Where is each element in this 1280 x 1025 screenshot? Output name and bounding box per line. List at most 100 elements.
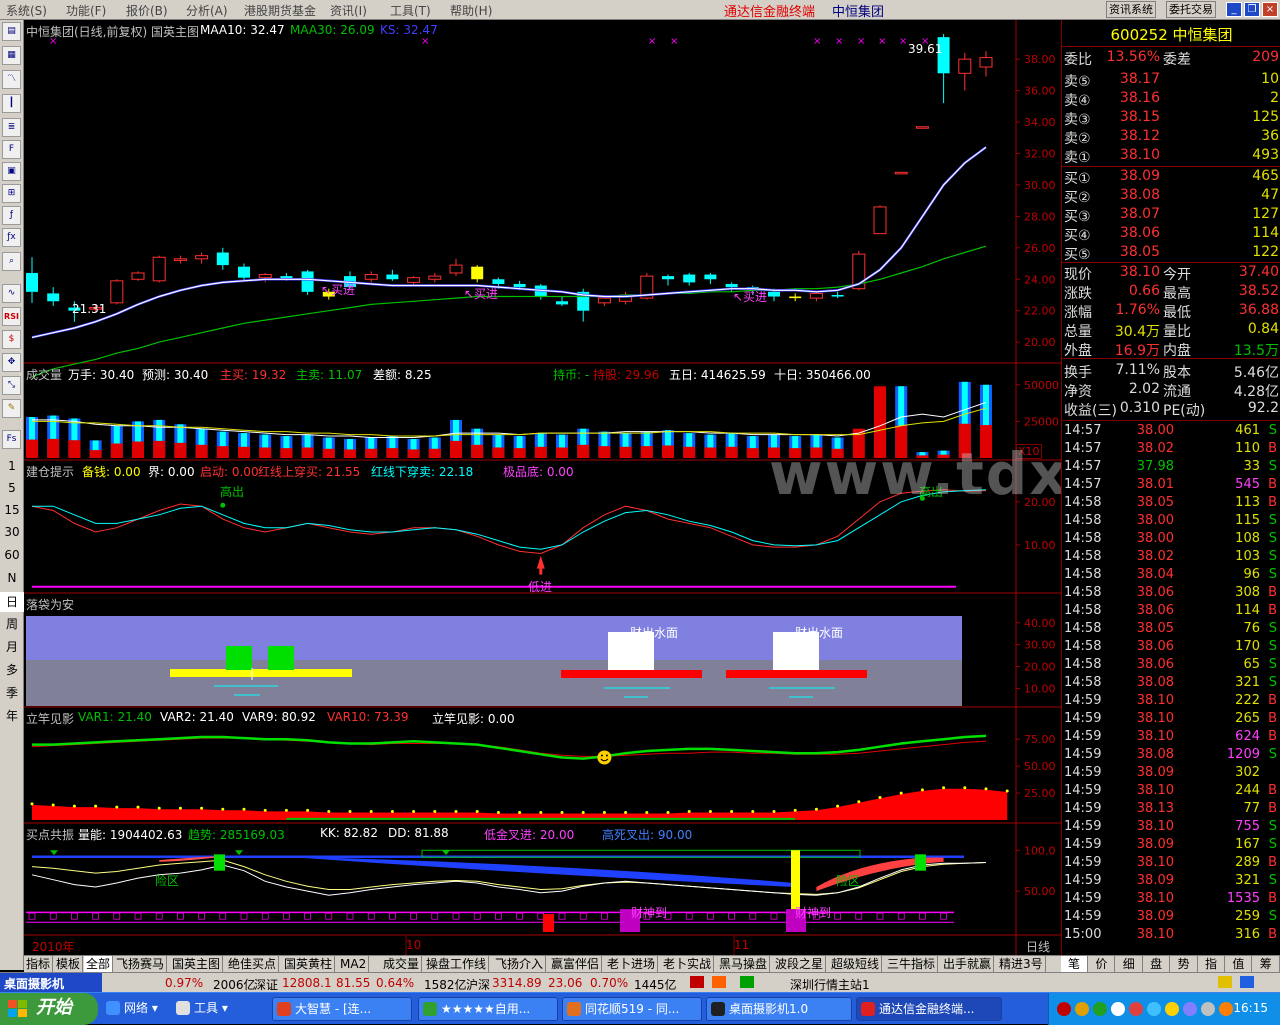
indicator-tab[interactable]: 老卜实战 <box>661 956 715 973</box>
tick-row[interactable]: 14:59 38.10 755 S <box>1062 819 1280 837</box>
indicator-tab[interactable]: 指标 <box>24 956 54 973</box>
fs-icon[interactable]: Fs <box>2 430 21 449</box>
indicator-tab[interactable]: 模板 <box>54 956 84 973</box>
kline-icon[interactable]: ┃ <box>2 94 21 113</box>
tray-icon[interactable] <box>1075 1002 1089 1016</box>
pencil-icon[interactable]: ✎ <box>2 399 21 418</box>
tick-row[interactable]: 14:59 38.10 244 B <box>1062 783 1280 801</box>
menu-help[interactable]: 帮助(H) <box>450 2 492 19</box>
calc-icon[interactable]: ⊞ <box>2 184 21 203</box>
news-icon[interactable]: ≣ <box>2 118 21 137</box>
period-1min[interactable]: 1 <box>0 456 24 476</box>
alert-icon[interactable] <box>690 976 704 988</box>
quicklaunch-tools[interactable]: 工具 ▾ <box>172 997 242 1021</box>
indicator-tab[interactable]: 赢富伴侣 <box>549 956 603 973</box>
restore-icon[interactable]: ❐ <box>1244 2 1260 17</box>
tick-row[interactable]: 14:58 38.00 115 S <box>1062 513 1280 531</box>
indicator-tab[interactable]: 绝佳买点 <box>226 956 280 973</box>
minimize-icon[interactable]: _ <box>1226 2 1242 17</box>
trend-icon[interactable]: ∿ <box>2 284 21 303</box>
indicator-tab[interactable]: 成交量 <box>381 956 423 973</box>
tick-row[interactable]: 14:58 38.06 114 B <box>1062 603 1280 621</box>
period-n[interactable]: N <box>0 568 24 588</box>
move-icon[interactable]: ✥ <box>2 353 21 372</box>
close-icon[interactable]: × <box>1262 2 1278 17</box>
tick-row[interactable]: 14:59 38.09 259 S <box>1062 909 1280 927</box>
info-icon[interactable]: ▣ <box>2 162 21 181</box>
warning-icon[interactable] <box>712 976 726 988</box>
quote-tab[interactable]: 势 <box>1171 956 1198 973</box>
quote-tab[interactable]: 价 <box>1088 956 1116 973</box>
indicator-tab[interactable]: 操盘工作线 <box>424 956 490 973</box>
period-week[interactable]: 周 <box>0 614 24 634</box>
zoom-icon[interactable]: ⤡ <box>2 376 21 395</box>
indicator-tab[interactable]: MA2 <box>338 956 370 973</box>
period-month[interactable]: 月 <box>0 637 24 657</box>
period-5min[interactable]: 5 <box>0 478 24 498</box>
period-day[interactable]: 日 <box>0 592 24 612</box>
menu-quote[interactable]: 报价(B) <box>126 2 168 19</box>
task-camera[interactable]: 桌面摄影机1.0 <box>706 997 852 1021</box>
search-icon[interactable]: ⌕ <box>2 252 21 271</box>
quote-tab[interactable]: 筹 <box>1253 956 1280 973</box>
period-15min[interactable]: 15 <box>0 500 24 520</box>
menu-hk-futures[interactable]: 港股期货基金 <box>244 2 316 19</box>
tray-icon[interactable] <box>1111 1002 1125 1016</box>
table-icon[interactable]: ▦ <box>2 46 21 65</box>
indicator-tab[interactable]: 老卜进场 <box>605 956 659 973</box>
tray-icon[interactable] <box>1129 1002 1143 1016</box>
tick-row[interactable]: 14:58 38.06 170 S <box>1062 639 1280 657</box>
tray-icon[interactable] <box>1219 1002 1233 1016</box>
period-60min[interactable]: 60 <box>0 545 24 565</box>
tray-icon[interactable] <box>1147 1002 1161 1016</box>
quote-list-icon[interactable]: ▤ <box>2 22 21 41</box>
indicator-tab[interactable]: 黑马操盘 <box>717 956 771 973</box>
fx-icon[interactable]: ƒx <box>2 228 21 247</box>
indicator-tab[interactable]: 超级短线 <box>829 956 883 973</box>
tray-icon[interactable] <box>1183 1002 1197 1016</box>
tick-row[interactable]: 15:00 38.10 316 B <box>1062 927 1280 945</box>
tick-row[interactable]: 14:58 38.00 108 S <box>1062 531 1280 549</box>
quote-tab[interactable]: 笔 <box>1061 956 1088 973</box>
task-dazhihui[interactable]: 大智慧 - [连... <box>272 997 412 1021</box>
indicator-tab[interactable]: 波段之星 <box>773 956 827 973</box>
quote-tab[interactable]: 细 <box>1116 956 1143 973</box>
news-system-button[interactable]: 资讯系统 <box>1106 1 1156 18</box>
tick-row[interactable]: 14:59 38.09 321 S <box>1062 873 1280 891</box>
task-ie[interactable]: ★★★★★自用... <box>418 997 558 1021</box>
indicator-tab[interactable]: 国英黄柱 <box>282 956 336 973</box>
indicator-tab[interactable]: 出手就赢 <box>941 956 995 973</box>
tick-row[interactable]: 14:59 38.09 167 S <box>1062 837 1280 855</box>
tick-row[interactable]: 14:59 38.13 77 B <box>1062 801 1280 819</box>
task-tdx[interactable]: 通达信金融终端... <box>856 997 1002 1021</box>
lock-icon[interactable] <box>1218 976 1232 988</box>
line-chart-icon[interactable]: 〽 <box>2 70 21 89</box>
tick-row[interactable]: 14:57 38.02 110 B <box>1062 441 1280 459</box>
tick-row[interactable]: 14:59 38.08 1209 S <box>1062 747 1280 765</box>
menu-info[interactable]: 资讯(I) <box>330 2 367 19</box>
tick-row[interactable]: 14:59 38.10 265 B <box>1062 711 1280 729</box>
tick-row[interactable]: 14:58 38.04 96 S <box>1062 567 1280 585</box>
tick-row[interactable]: 14:59 38.10 222 B <box>1062 693 1280 711</box>
tick-row[interactable]: 14:58 38.08 321 S <box>1062 675 1280 693</box>
tick-row[interactable]: 14:58 38.05 113 B <box>1062 495 1280 513</box>
quote-tab[interactable]: 值 <box>1225 956 1253 973</box>
tray-icon[interactable] <box>1093 1002 1107 1016</box>
menu-system[interactable]: 系统(S) <box>6 2 47 19</box>
chart-area[interactable]: 38.00 36.00 34.00 32.00 30.00 28.00 26.00 24.00… <box>24 20 1280 955</box>
info-status-icon[interactable] <box>1240 976 1254 988</box>
tick-row[interactable]: 14:57 38.01 545 B <box>1062 477 1280 495</box>
indicator-tab[interactable]: 全部 <box>84 956 114 973</box>
period-30min[interactable]: 30 <box>0 522 24 542</box>
quote-tab[interactable]: 盘 <box>1143 956 1171 973</box>
server-name[interactable]: 深圳行情主站1 <box>790 976 870 993</box>
volume-icon[interactable] <box>1201 1002 1215 1016</box>
tick-row[interactable]: 14:59 38.10 624 B <box>1062 729 1280 747</box>
rsi-icon[interactable]: RSI <box>2 307 21 326</box>
menu-analysis[interactable]: 分析(A) <box>186 2 228 19</box>
period-multi[interactable]: 多 <box>0 660 24 680</box>
tick-row[interactable]: 14:57 38.00 461 S <box>1062 423 1280 441</box>
menu-function[interactable]: 功能(F) <box>66 2 106 19</box>
tray-icon[interactable] <box>1057 1002 1071 1016</box>
indicator-tab[interactable]: 飞扬介入 <box>493 956 547 973</box>
